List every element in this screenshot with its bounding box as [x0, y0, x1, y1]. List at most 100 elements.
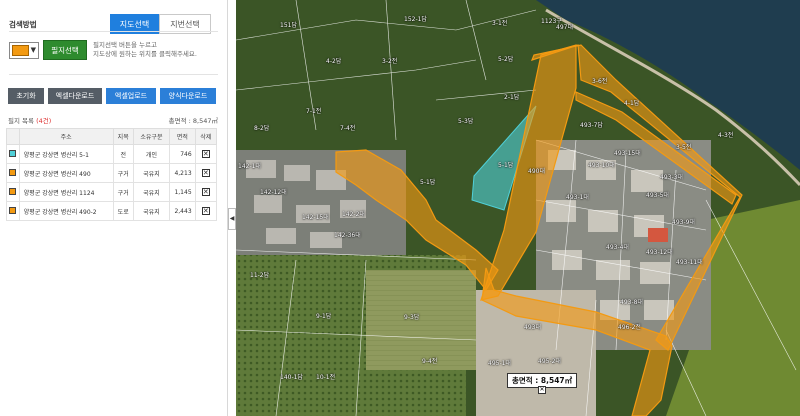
parcel-label: 495-1대: [488, 360, 511, 367]
parcel-label: 493대: [524, 324, 541, 331]
parcel-label: 493-15대: [614, 150, 641, 157]
table-row[interactable]: 양평군 강상면 병산리 490 구거 국유지 4,213 ✕: [6, 163, 218, 183]
reset-button[interactable]: 초기화: [8, 88, 44, 104]
template-download-button[interactable]: 양식다운로드: [160, 88, 216, 104]
row-delete-cell: ✕: [194, 182, 218, 202]
parcel-label: 493-1대: [566, 194, 589, 201]
color-swatch: [12, 45, 29, 56]
excel-download-button[interactable]: 엑셀다운로드: [48, 88, 102, 104]
app-root: 검색방법 지도선택 지번선택 ▼ 필지선택 필지선택 버튼을 누르고 지도상에 …: [0, 0, 800, 416]
parcel-label: 493-5대: [646, 192, 669, 199]
parcel-label: 140-1답: [280, 374, 303, 381]
table-row[interactable]: 양평군 강상면 병산리 1124 구거 국유지 1,145 ✕: [6, 182, 218, 202]
parcel-label: 2-1답: [504, 94, 520, 101]
delete-icon[interactable]: ✕: [201, 188, 210, 196]
row-owner: 국유지: [132, 182, 171, 202]
list-label: 필지 목록: [8, 117, 34, 125]
row-delete-cell: ✕: [194, 163, 218, 183]
color-swatch: [9, 149, 17, 157]
parcel-label: 493-3대: [660, 174, 683, 181]
list-count: (4건): [36, 117, 52, 125]
row-color-cell: [6, 144, 20, 164]
table-row[interactable]: 양평군 강상면 병산리 490-2 도로 국유지 2,443 ✕: [6, 201, 218, 221]
parcel-label: 497대: [556, 24, 573, 31]
divider: [9, 31, 218, 32]
parcel-label: 8-2답: [254, 125, 270, 132]
row-delete-cell: ✕: [194, 144, 218, 164]
row-jimok: 도로: [112, 201, 134, 221]
excel-upload-button[interactable]: 엑셀업로드: [106, 88, 156, 104]
parcel-label: 152-1답: [404, 16, 427, 23]
row-owner: 국유지: [132, 201, 171, 221]
parcel-label: 493-7답: [580, 122, 603, 129]
panel-collapse-toggle[interactable]: ◀: [228, 208, 236, 230]
delete-icon[interactable]: ✕: [201, 207, 210, 215]
close-icon[interactable]: ✕: [538, 386, 546, 394]
parcel-label: 495-2대: [538, 358, 561, 365]
parcel-label: 10-1전: [316, 374, 336, 381]
parcel-label: 9-3답: [404, 314, 420, 321]
table-header-row: 주소 지목 소유구분 면적 삭제: [6, 128, 218, 145]
row-area: 4,213: [169, 163, 196, 183]
col-owner: 소유구분: [132, 128, 171, 145]
row-color-cell: [6, 201, 20, 221]
parcel-label: 9-1답: [316, 313, 332, 320]
row-jimok: 구거: [112, 163, 134, 183]
parcel-label: 142-12대: [260, 189, 287, 196]
row-color-cell: [6, 163, 20, 183]
field: [366, 270, 476, 370]
row-area: 2,443: [169, 201, 196, 221]
search-method-row: 검색방법 지도선택 지번선택: [9, 14, 218, 36]
color-picker[interactable]: ▼: [9, 42, 39, 59]
parcel-label: 3-2전: [382, 58, 398, 65]
color-swatch: [9, 168, 17, 176]
row-address: 양평군 강상면 병산리 1124: [18, 182, 114, 202]
aerial-map: [236, 0, 800, 416]
parcel-label: 490대: [528, 168, 545, 175]
row-jimok: 전: [112, 144, 134, 164]
parcel-label: 7-4전: [340, 125, 356, 132]
parcel-label: 142-36대: [334, 232, 361, 239]
table-row[interactable]: 양평군 강상면 병산리 5-1 전 개인 746 ✕: [6, 144, 218, 164]
help-line: 필지선택 버튼을 누르고: [93, 41, 157, 49]
col-delete: 삭제: [194, 128, 218, 145]
row-address: 양평군 강상면 병산리 490: [18, 163, 114, 183]
parcel-table: 주소 지목 소유구분 면적 삭제 양평군 강상면 병산리 5-1 전 개인 746 ✕ 양…: [6, 128, 218, 221]
col-jimok: 지목: [112, 128, 134, 145]
parcel-label: 11-2답: [250, 272, 270, 279]
row-jimok: 구거: [112, 182, 134, 202]
parcel-label: 9-4전: [422, 358, 438, 365]
help-line: 지도상에 원하는 위치를 클릭해주세요.: [93, 50, 197, 58]
col-color: [6, 128, 20, 145]
list-meta: 필지 목록 (4건) 총면적 : 8,547㎡: [8, 115, 218, 125]
parcel-label: 142-2대: [342, 211, 365, 218]
parcel-label: 5-3답: [458, 118, 474, 125]
map-view[interactable]: 5-1답 490대 493-7답 493-1대 493-15대 493-10대 493-5대…: [236, 0, 800, 416]
parcel-label: 496-2전: [618, 324, 641, 331]
row-area: 1,145: [169, 182, 196, 202]
parcel-label: 493-4대: [606, 244, 629, 251]
row-address: 양평군 강상면 병산리 5-1: [18, 144, 114, 164]
search-method-label: 검색방법: [9, 20, 37, 29]
row-area: 746: [169, 144, 196, 164]
parcel-label: 142-15대: [302, 214, 329, 221]
row-delete-cell: ✕: [194, 201, 218, 221]
divider: [9, 74, 218, 75]
parcel-label: 4-2답: [326, 58, 342, 65]
parcel-label: 493-11대: [676, 259, 703, 266]
help-text: 필지선택 버튼을 누르고 지도상에 원하는 위치를 클릭해주세요.: [93, 41, 223, 59]
parcel-label: 7-1전: [306, 108, 322, 115]
delete-icon[interactable]: ✕: [201, 150, 210, 158]
red-roof: [648, 228, 668, 242]
parcel-label: 5-1답: [498, 162, 514, 169]
parcel-select-button[interactable]: 필지선택: [43, 40, 87, 60]
row-address: 양평군 강상면 병산리 490-2: [18, 201, 114, 221]
delete-icon[interactable]: ✕: [201, 169, 210, 177]
parcel-label: 493-8대: [620, 299, 643, 306]
row-owner: 국유지: [132, 163, 171, 183]
parcel-label: 5-1답: [420, 179, 436, 186]
parcel-selection-panel: 검색방법 지도선택 지번선택 ▼ 필지선택 필지선택 버튼을 누르고 지도상에 …: [0, 0, 228, 416]
color-swatch: [9, 206, 17, 214]
col-area: 면적: [169, 128, 196, 145]
parcel-label: 3-1전: [492, 20, 508, 27]
